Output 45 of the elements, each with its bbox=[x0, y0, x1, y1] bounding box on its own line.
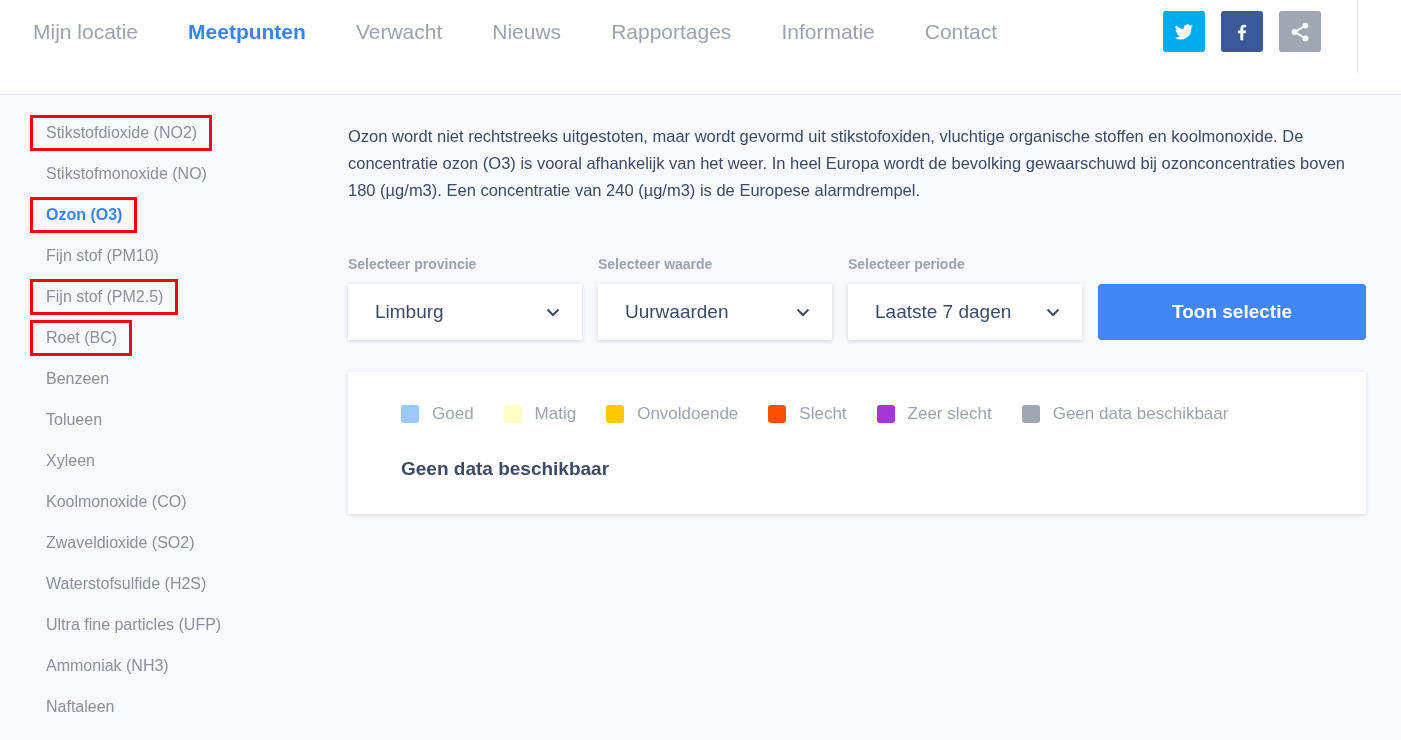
field-label: Selecteer periode bbox=[848, 256, 966, 272]
dropdown-select[interactable]: Uurwaarden bbox=[598, 284, 832, 340]
twitter-button[interactable] bbox=[1163, 11, 1205, 52]
nav-link[interactable]: Verwacht bbox=[355, 20, 443, 44]
sidebar-item[interactable]: Xyleen bbox=[30, 443, 110, 479]
legend-label: Geen data beschikbaar bbox=[1052, 404, 1229, 424]
legend-label: Goed bbox=[432, 404, 474, 424]
sidebar-item[interactable]: Benzeen bbox=[30, 361, 125, 397]
sidebar-item[interactable]: Roet (BC) bbox=[30, 320, 133, 356]
sidebar-item[interactable]: Stikstofmonoxide (NO) bbox=[30, 156, 222, 192]
legend-label: Zeer slecht bbox=[907, 404, 992, 424]
sidebar-item[interactable]: Ozon (O3) bbox=[30, 197, 138, 233]
field-label: Selecteer waarde bbox=[598, 256, 714, 272]
sidebar-item[interactable]: Stikstofdioxide (NO2) bbox=[30, 115, 213, 151]
sidebar-item[interactable]: Zwaveldioxide (SO2) bbox=[30, 525, 210, 561]
sidebar-item[interactable]: Fijn stof (PM2.5) bbox=[30, 279, 179, 315]
nav-link[interactable]: Rapportages bbox=[611, 20, 732, 44]
nav-link[interactable]: Nieuws bbox=[492, 20, 562, 44]
share-icon bbox=[1289, 20, 1311, 43]
nav-link[interactable]: Contact bbox=[924, 20, 998, 44]
dropdown-select[interactable]: Limburg bbox=[348, 284, 582, 340]
sidebar-item[interactable]: Ammoniak (NH3) bbox=[30, 648, 184, 684]
sidebar-item[interactable]: Waterstofsulfide (H2S) bbox=[30, 566, 222, 602]
sidebar-item[interactable]: Ultra fine particles (UFP) bbox=[30, 607, 237, 643]
description-text: Ozon wordt niet rechtstreeks uitgestoten, maar wordt gevormd uit stikstofoxiden, vluchtige organische stoffen en koolmonoxide. De concentratie ozon (O3) is vooral afhankelijk van het weer. In heel Europa wordt de bevolking gewaarschuwd bij ozonconcentraties boven 180 (µg/m3). Een concentratie van 240 (µg/m3) is de Europese alarmdrempel. bbox=[348, 126, 1346, 201]
legend-label: Slecht bbox=[799, 404, 847, 424]
dropdown-select[interactable]: Laatste 7 dagen bbox=[848, 284, 1082, 340]
submit-button[interactable]: Toon selectie bbox=[1098, 284, 1366, 340]
bird-icon bbox=[1174, 21, 1194, 42]
share-button[interactable] bbox=[1279, 11, 1321, 52]
legend-label: Matig bbox=[534, 404, 577, 424]
nav-link[interactable]: Meetpunten bbox=[188, 20, 306, 44]
legend-label: Onvoldoende bbox=[637, 404, 739, 424]
chevron-down-icon bbox=[796, 307, 810, 317]
no-data-message: Geen data beschikbaar bbox=[401, 458, 611, 480]
sidebar-item[interactable]: Tolueen bbox=[30, 402, 118, 438]
chevron-down-icon bbox=[546, 307, 560, 317]
sidebar-item[interactable]: Fijn stof (PM10) bbox=[30, 238, 174, 274]
nav-link[interactable]: Informatie bbox=[781, 20, 875, 44]
field-label: Selecteer provincie bbox=[348, 256, 478, 272]
facebook-button[interactable] bbox=[1221, 11, 1263, 52]
sidebar-item[interactable]: Naftaleen bbox=[30, 689, 130, 725]
sidebar-item[interactable]: Koolmonoxide (CO) bbox=[30, 484, 202, 520]
nav-link[interactable]: Mijn locatie bbox=[33, 20, 139, 44]
chevron-down-icon bbox=[1046, 307, 1060, 317]
